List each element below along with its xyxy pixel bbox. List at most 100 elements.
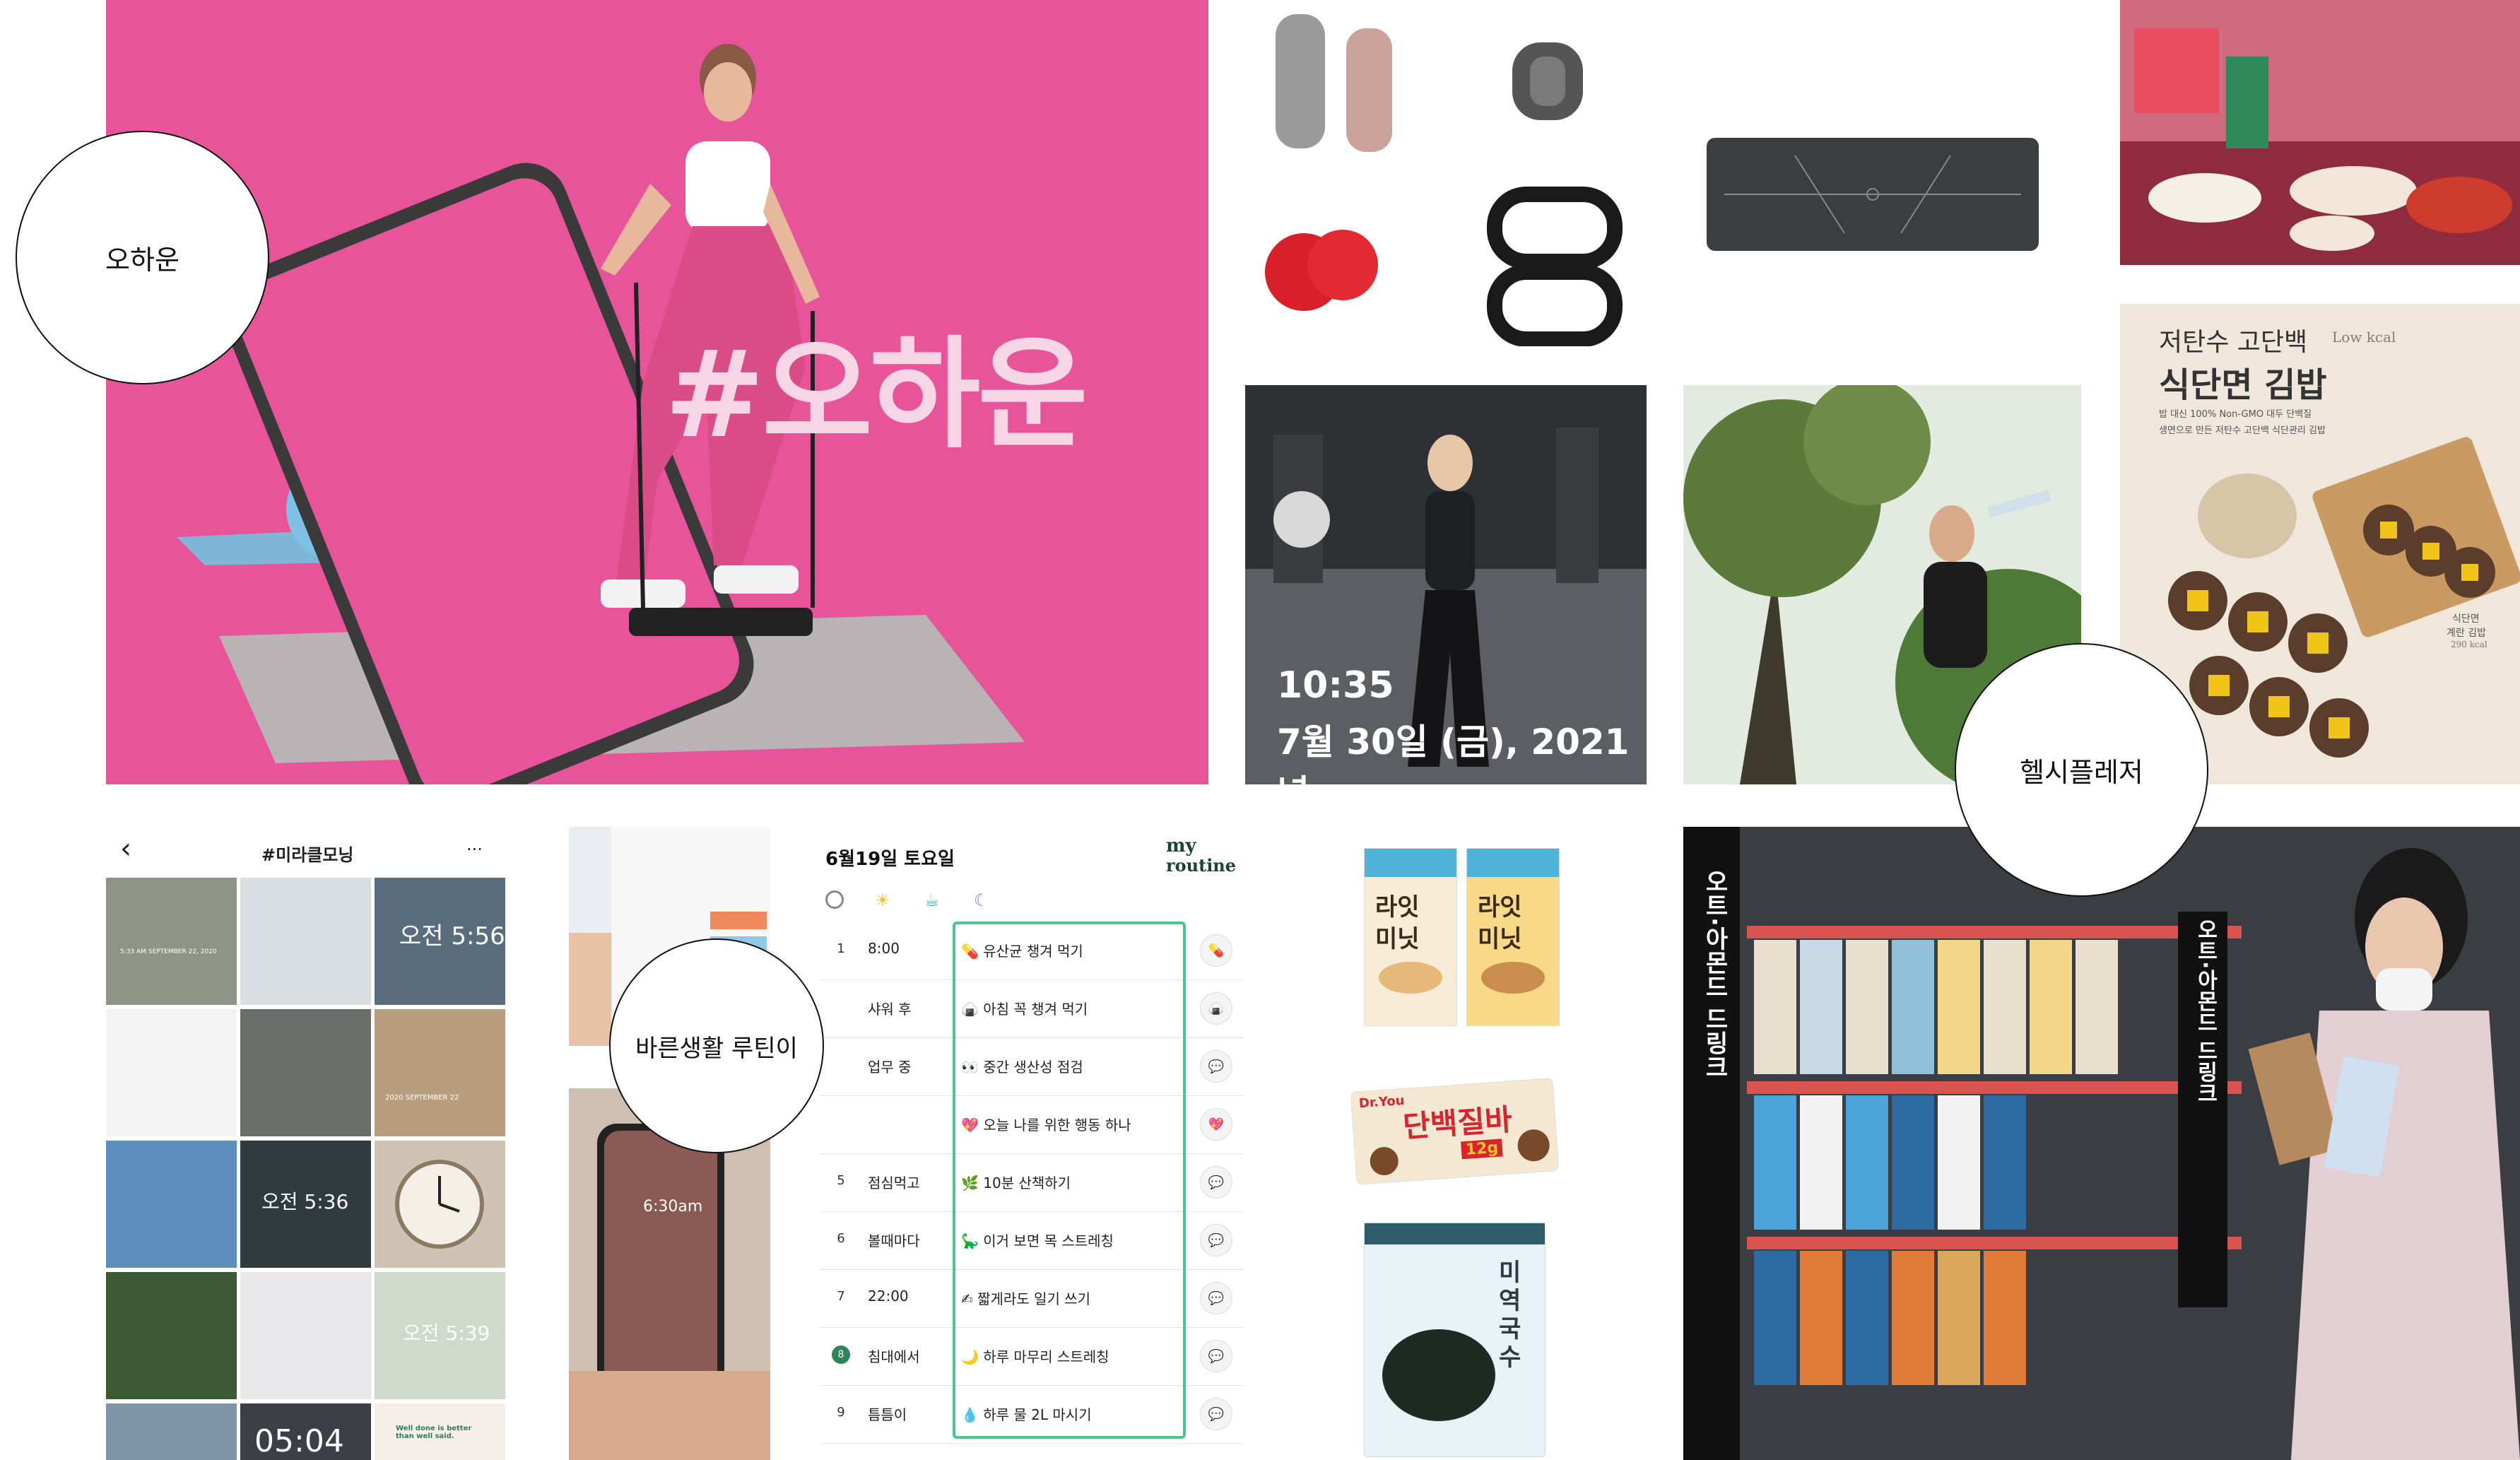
feed-thumb[interactable]: 5:33 AM SEPTEMBER 22, 2020	[106, 878, 237, 1005]
feed-thumb[interactable]	[240, 878, 371, 1005]
feed-thumb[interactable]: 오전 5:39	[375, 1272, 505, 1399]
routine-row-task: 💖 오늘 나를 위한 행동 하나	[961, 1117, 1131, 1134]
hero-hashtag: #오하운	[664, 325, 1088, 465]
more-button[interactable]: ···	[466, 840, 483, 859]
routine-row-task: 🍙 아침 꼭 챙겨 먹기	[961, 1001, 1088, 1018]
gym-photo-date: 7월 30일 (금), 2021년	[1277, 722, 1630, 784]
sun-icon[interactable]: ☀	[875, 890, 890, 910]
food-table-photo	[2120, 0, 2520, 265]
protein-bar-grams: 12g	[1461, 1138, 1504, 1160]
routine-row[interactable]: 6 볼때마다 🦕 이거 보면 목 스트레칭 💬	[820, 1211, 1244, 1270]
noodle-name: 미역국수	[1499, 1259, 1521, 1372]
routine-row-task: ✍ 짧게라도 일기 쓰기	[961, 1290, 1091, 1307]
feed-title: #미라클모닝	[261, 845, 354, 865]
label-circle-healthy-pleasure: 헬시플레저	[1955, 643, 2208, 897]
feed-thumb[interactable]: 05:04	[240, 1403, 371, 1460]
massage-ball-icon	[1265, 230, 1378, 311]
comment-icon[interactable]: 💬	[1200, 1224, 1232, 1256]
routine-row-task: 👀 중간 생산성 점검	[961, 1059, 1083, 1076]
feed-thumb[interactable]	[106, 1272, 237, 1399]
miracle-morning-feed: ‹ #미라클모닝 ··· 5:33 AM SEPTEMBER 22, 2020 …	[106, 827, 505, 1460]
grip-ring-icon	[1487, 187, 1623, 346]
milk-brand-1b: 미닛	[1375, 925, 1420, 953]
label-circle-ohaun: 오하운	[16, 131, 269, 384]
plant-milk-products: 라잇 미닛 라잇 미닛	[1357, 841, 1569, 1032]
protein-bar-product: Dr.You 단백질바 12g	[1350, 1071, 1562, 1191]
routine-row-time: 점심먹고	[868, 1175, 920, 1191]
routine-row-number: 5	[837, 1173, 845, 1188]
routine-logo-line1: my	[1166, 835, 1196, 856]
feed-overlay-time-1: 오전 5:56	[399, 922, 505, 950]
protein-bar-brand: Dr.You	[1358, 1093, 1406, 1112]
feed-thumb[interactable]	[375, 1141, 505, 1268]
comment-icon[interactable]: 💬	[1200, 1340, 1232, 1372]
routine-date: 6월19일 토요일	[825, 849, 955, 870]
kimbap-side-label-2: 계란 김밥	[2447, 628, 2486, 639]
feed-thumb[interactable]: 오전 5:56	[375, 878, 505, 1005]
milk-brand-2b: 미닛	[1478, 925, 1522, 953]
routine-row[interactable]: 8 침대에서 🌙 하루 마무리 스트레칭 💬	[820, 1327, 1244, 1386]
routine-row-task: 🌙 하루 마무리 스트레칭	[961, 1348, 1109, 1365]
foam-rollers-tile	[1244, 0, 1477, 177]
comment-icon[interactable]: 💬	[1200, 1282, 1232, 1314]
clock-icon[interactable]	[825, 890, 844, 909]
moon-icon[interactable]: ☾	[974, 890, 989, 910]
phone-photo-time: 6:30am	[643, 1198, 703, 1215]
routine-row[interactable]: 7 22:00 ✍ 짧게라도 일기 쓰기 💬	[820, 1269, 1244, 1328]
comment-icon[interactable]: 💬	[1200, 1050, 1232, 1083]
kimbap-side-label-1: 식단면	[2452, 613, 2480, 625]
routine-row[interactable]: 9 틈틈이 💧 하루 물 2L 마시기 💬	[820, 1385, 1244, 1444]
hero-banner: #오하운	[106, 0, 1208, 784]
feed-thumb[interactable]	[240, 1272, 371, 1399]
routine-list: 1 8:00 💊 유산균 챙겨 먹기 💊 샤워 후 🍙 아침 꼭 챙겨 먹기 🍙…	[820, 922, 1244, 1444]
feed-overlay-time-4: 05:04	[254, 1423, 344, 1459]
feed-note: Well done is better than well said.	[396, 1425, 472, 1440]
milk-carton-oat: 라잇 미닛	[1364, 848, 1457, 1026]
routine-row[interactable]: 5 점심먹고 🌿 10분 산책하기 💬	[820, 1153, 1244, 1212]
routine-row-time: 볼때마다	[868, 1232, 920, 1249]
feed-thumb[interactable]	[106, 1141, 237, 1268]
yoga-mat-tile	[1703, 134, 2042, 254]
routine-row-number: 8	[832, 1346, 850, 1364]
store-shelf-photo: 오트·아몬드 드링크 오트·아몬드 드링크	[1683, 827, 2520, 1460]
feed-thumb[interactable]	[106, 1403, 237, 1460]
routine-row-time: 침대에서	[868, 1348, 920, 1365]
routine-row-time: 업무 중	[868, 1059, 912, 1076]
routine-row-task: 💊 유산균 챙겨 먹기	[961, 943, 1083, 960]
heart-icon[interactable]: 💖	[1200, 1108, 1232, 1141]
routine-row-number: 6	[837, 1231, 845, 1246]
routine-row[interactable]: 1 8:00 💊 유산균 챙겨 먹기 💊	[820, 922, 1244, 980]
routine-row-task: 🦕 이거 보면 목 스트레칭	[961, 1232, 1114, 1249]
routine-row[interactable]: 💖 오늘 나를 위한 행동 하나 💖	[820, 1095, 1244, 1154]
feed-thumb[interactable]	[240, 1009, 371, 1136]
feed-thumb[interactable]: 오전 5:36	[240, 1141, 371, 1268]
rice-ball-icon[interactable]: 🍙	[1200, 992, 1232, 1025]
comment-icon[interactable]: 💬	[1200, 1398, 1232, 1430]
routine-row-task: 🌿 10분 산책하기	[961, 1175, 1071, 1191]
feed-grid: 5:33 AM SEPTEMBER 22, 2020 오전 5:56 2020 …	[106, 878, 505, 1460]
feed-date-2: 2020 SEPTEMBER 22	[385, 1094, 459, 1102]
my-routine-app: 6월19일 토요일 my routine ☀ ☕ ☾ 1 8:00 💊 유산균 …	[820, 827, 1244, 1460]
comment-icon[interactable]: 💬	[1200, 1166, 1232, 1199]
milk-brand-1a: 라잇	[1375, 893, 1420, 922]
feed-thumb[interactable]	[106, 1009, 237, 1136]
milk-carton-almond: 라잇 미닛	[1466, 848, 1560, 1026]
routine-row-time: 샤워 후	[868, 1001, 912, 1018]
ankle-weights-tile	[1491, 28, 1604, 134]
kimbap-side-label-3: 290 kcal	[2451, 640, 2487, 649]
label-ohaun: 오하운	[105, 245, 179, 276]
feed-thumb[interactable]: Well done is better than well said.	[375, 1403, 505, 1460]
seaweed-noodle-product: 미역국수	[1360, 1219, 1551, 1460]
routine-row[interactable]: 업무 중 👀 중간 생산성 점검 💬	[820, 1037, 1244, 1096]
wrist-weight-icon	[1512, 42, 1583, 120]
routine-row-time: 틈틈이	[868, 1406, 907, 1423]
routine-row[interactable]: 샤워 후 🍙 아침 꼭 챙겨 먹기 🍙	[820, 979, 1244, 1038]
cup-icon[interactable]: ☕	[924, 890, 940, 910]
yoga-mat-icon	[1707, 138, 2039, 251]
routine-row-number: 9	[837, 1405, 845, 1420]
label-routine: 바른생활 루틴이	[635, 1034, 798, 1063]
pill-icon[interactable]: 💊	[1200, 934, 1232, 967]
routine-row-number: 1	[837, 941, 845, 956]
back-button[interactable]: ‹	[120, 832, 131, 865]
feed-thumb[interactable]: 2020 SEPTEMBER 22	[375, 1009, 505, 1136]
